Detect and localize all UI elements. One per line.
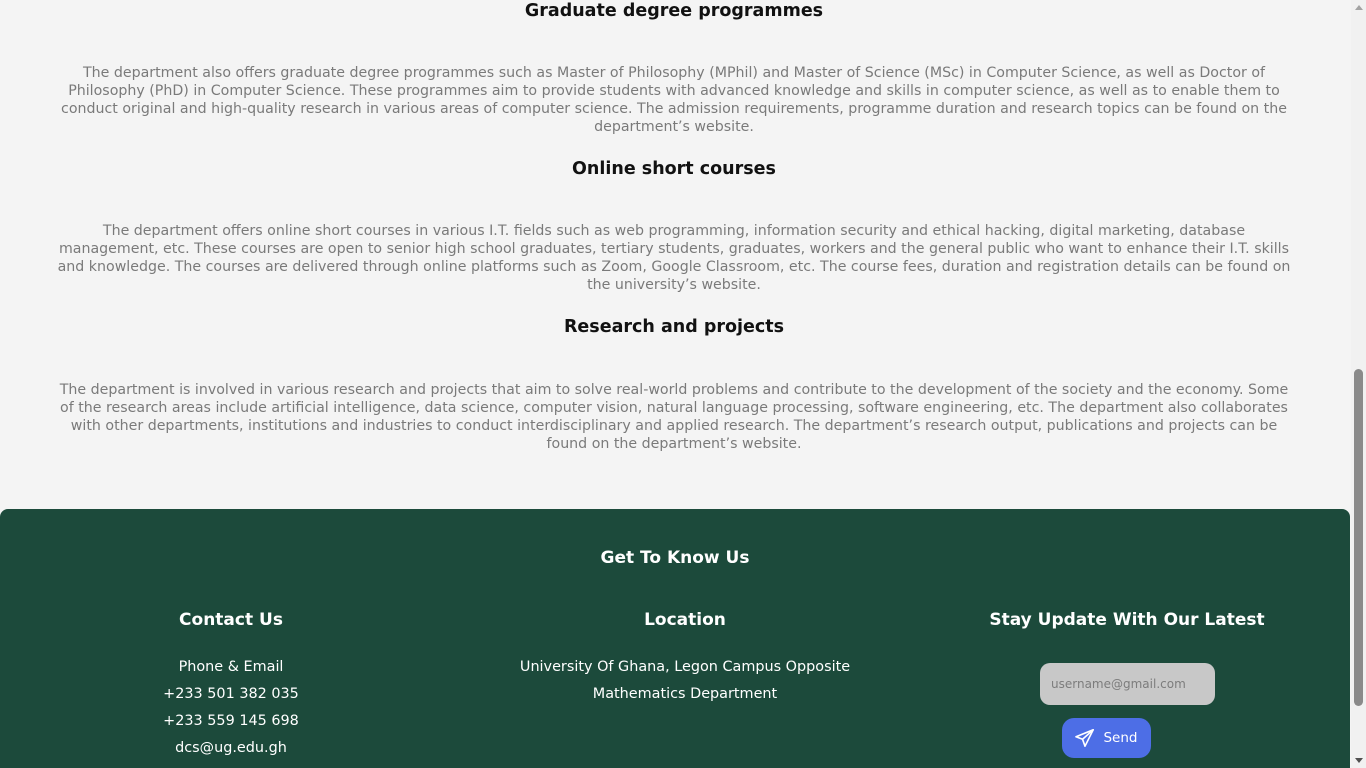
phone-number-1[interactable]: +233 501 382 035 [61,681,401,708]
location-line-2: Mathematics Department [592,686,778,702]
location-line-1: University Of Ghana, Legon Campus Opposi… [519,659,851,675]
location-title: Location [644,610,726,630]
newsletter-column: Stay Update With Our Latest [957,608,1297,654]
scroll-down-arrow-icon[interactable] [1355,758,1363,763]
location-column: Location University Of Ghana, Legon Camp… [455,608,915,708]
page: Graduate degree programmes The departmen… [0,0,1351,768]
newsletter-title: Stay Update With Our Latest [989,610,1265,630]
contact-column: Contact Us Phone & Email +233 501 382 03… [61,608,401,762]
scrollbar-thumb[interactable] [1354,369,1363,706]
send-button-label: Send [1103,730,1138,746]
research-projects-heading: Research and projects [563,317,785,337]
site-footer: Get To Know Us Contact Us Phone & Email … [0,509,1350,768]
phone-number-2[interactable]: +233 559 145 698 [61,708,401,735]
online-courses-heading: Online short courses [572,159,776,179]
scroll-up-arrow-icon[interactable] [1355,5,1363,10]
vertical-scrollbar[interactable] [1351,0,1366,768]
online-courses-text: The department offers online short cours… [57,223,1291,293]
send-icon [1075,729,1095,747]
newsletter-email-input[interactable] [1040,663,1215,705]
contact-email[interactable]: dcs@ug.edu.gh [61,735,401,762]
graduate-programmes-text: The department also offers graduate degr… [61,65,1287,135]
contact-title: Contact Us [179,610,283,630]
footer-heading: Get To Know Us [600,548,750,568]
contact-label: Phone & Email [178,659,284,675]
graduate-programmes-heading: Graduate degree programmes [524,1,824,21]
send-button[interactable]: Send [1062,718,1151,758]
research-projects-text: The department is involved in various re… [59,382,1289,452]
